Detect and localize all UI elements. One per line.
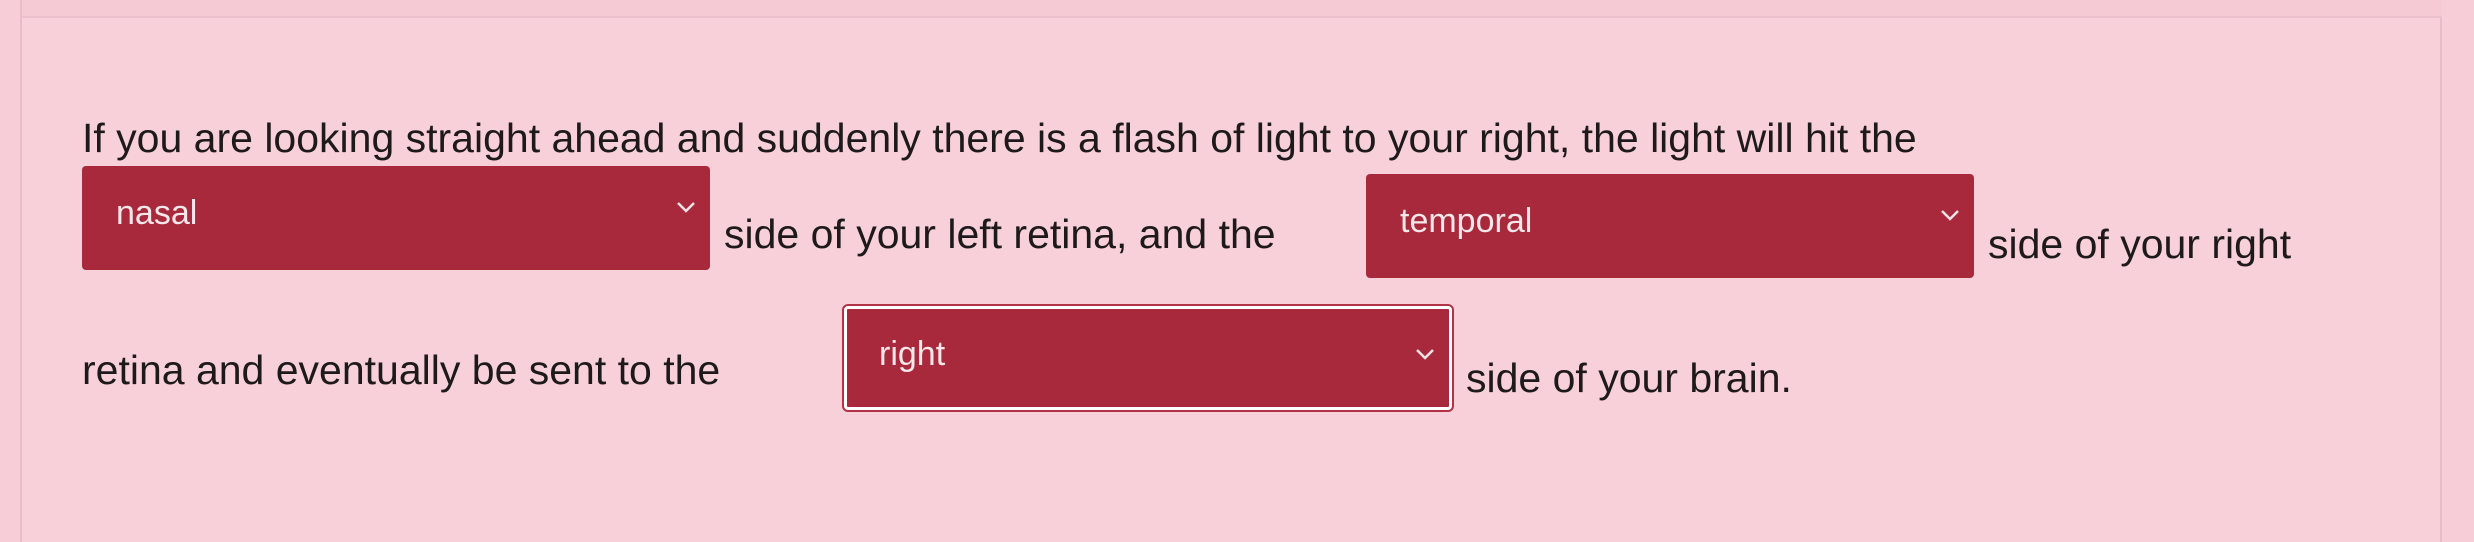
question-text-line1: If you are looking straight ahead and su… [82,115,1917,161]
question-text-after-dropdown1: side of your left retina, and the [724,211,1276,257]
dropdown-selected-value: nasal [116,194,198,232]
dropdown-left-retina-side[interactable]: nasal [82,166,710,270]
chevron-down-icon [677,202,695,213]
dropdown-selected-value: right [879,335,946,373]
dropdown-brain-side[interactable]: right [844,306,1452,410]
question-panel [22,18,2440,542]
frame-right-border [2440,0,2442,542]
chevron-down-icon [1941,210,1959,221]
question-text-line3-start: retina and eventually be sent to the [82,347,721,393]
dropdown-selected-value: temporal [1400,202,1533,240]
question-text-after-dropdown2: side of your right [1988,221,2292,267]
question-text-after-dropdown3: side of your brain. [1466,355,1792,401]
frame-top-border [22,0,2442,18]
chevron-down-icon [1416,349,1434,360]
dropdown-right-retina-side[interactable]: temporal [1366,174,1974,278]
